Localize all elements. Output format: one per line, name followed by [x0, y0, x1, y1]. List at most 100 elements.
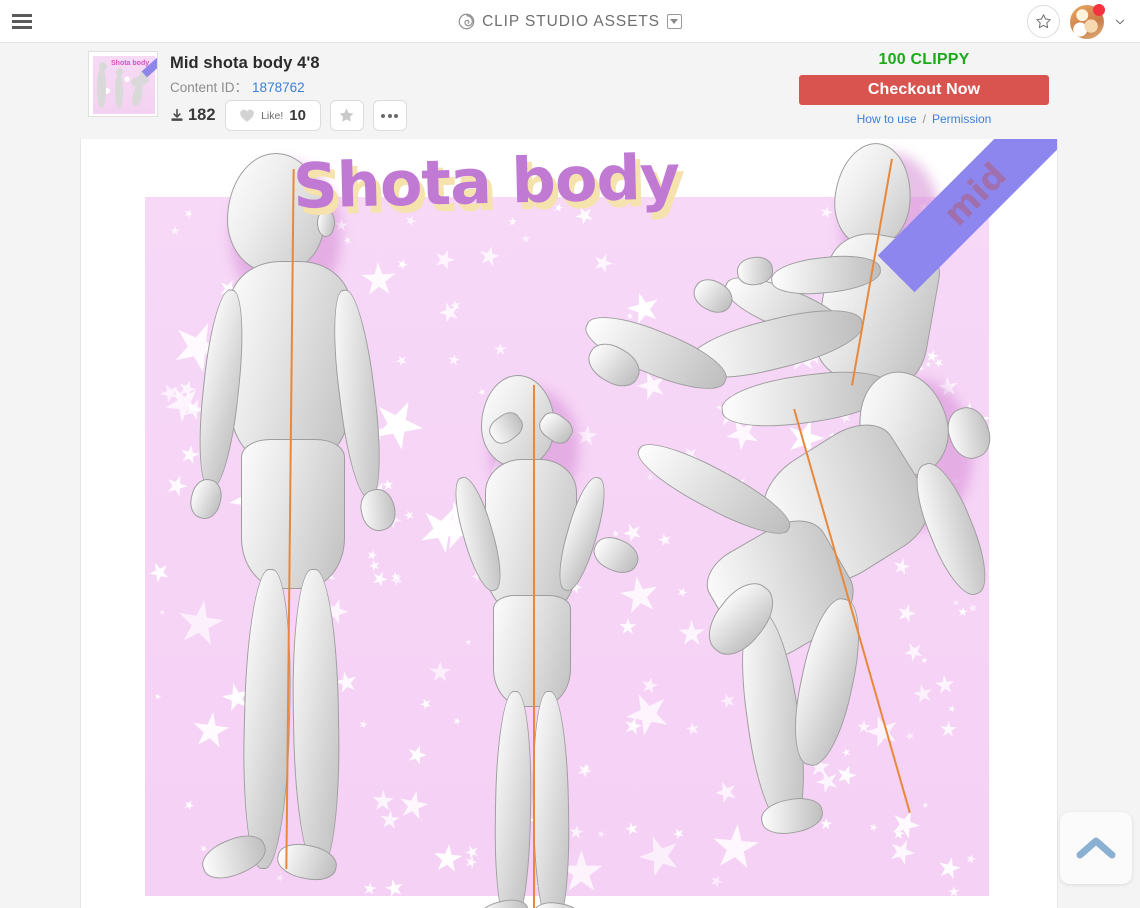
content-id-label: Content ID：	[170, 80, 249, 95]
star-decoration	[371, 789, 394, 812]
more-options-button[interactable]	[372, 100, 407, 131]
download-stat: 182	[170, 106, 216, 125]
hamburger-menu-icon[interactable]	[12, 11, 32, 31]
star-decoration	[358, 719, 368, 729]
star-decoration	[508, 217, 517, 226]
star-decoration	[405, 742, 430, 767]
star-decoration	[671, 826, 686, 841]
star-decoration	[477, 244, 502, 269]
star-decoration	[717, 691, 737, 711]
star-decoration	[436, 299, 462, 325]
star-decoration	[626, 311, 635, 320]
checkout-button[interactable]: Checkout Now	[799, 75, 1049, 105]
brand-area: CLIP STUDIO ASSETS	[0, 0, 1140, 43]
hamburger-bar	[12, 19, 32, 23]
ellipsis-icon	[381, 113, 386, 118]
star-decoration	[394, 353, 409, 368]
favorites-button[interactable]	[1027, 5, 1060, 38]
star-decoration	[403, 509, 416, 522]
clip-studio-spiral-logo-icon	[458, 13, 475, 30]
brand-link[interactable]: CLIP STUDIO ASSETS	[458, 13, 682, 31]
content-id-value[interactable]: 1878762	[252, 80, 305, 95]
star-decoration	[957, 606, 968, 617]
favorite-button[interactable]	[329, 100, 364, 131]
star-decoration	[596, 829, 607, 840]
star-decoration	[182, 799, 196, 813]
star-decoration	[362, 881, 377, 896]
star-decoration	[819, 818, 832, 831]
chevron-down-boxed-icon[interactable]	[666, 14, 682, 29]
figure-ear	[317, 209, 335, 237]
star-decoration	[891, 556, 912, 577]
purchase-block: 100 CLIPPY Checkout Now How to use / Per…	[799, 51, 1049, 126]
star-decoration	[965, 853, 977, 865]
purchase-links: How to use / Permission	[799, 112, 1049, 126]
star-decoration	[885, 835, 919, 869]
like-label: Like!	[261, 109, 284, 122]
star-decoration	[948, 885, 960, 896]
star-decoration	[447, 354, 461, 368]
star-decoration	[477, 387, 487, 397]
star-decoration	[190, 710, 232, 752]
star-decoration	[169, 226, 179, 236]
download-count: 182	[188, 106, 216, 124]
nav-right-group	[1027, 0, 1126, 43]
figure-hips	[493, 595, 571, 707]
star-decoration	[924, 361, 931, 368]
star-decoration	[678, 620, 705, 647]
star-decoration	[163, 472, 191, 500]
star-decoration	[572, 203, 597, 228]
star-decoration	[361, 261, 398, 298]
star-decoration	[617, 573, 662, 618]
star-decoration	[520, 233, 530, 243]
star-decoration	[619, 618, 637, 636]
top-navigation-bar: CLIP STUDIO ASSETS	[0, 0, 1140, 43]
chevron-down-icon[interactable]	[1114, 16, 1126, 28]
star-decoration	[710, 822, 761, 873]
star-decoration	[494, 343, 507, 356]
scroll-to-top-button[interactable]	[1060, 812, 1132, 884]
star-decoration	[675, 586, 689, 600]
item-thumbnail[interactable]: Shota body	[88, 51, 158, 117]
star-decoration	[274, 872, 284, 882]
star-decoration	[623, 821, 640, 838]
star-decoration	[834, 762, 860, 788]
page-title: Mid shota body 4'8	[170, 54, 320, 72]
star-decoration	[365, 549, 378, 562]
star-decoration	[383, 877, 405, 896]
star-filled-icon	[339, 108, 354, 122]
star-decoration	[379, 809, 401, 831]
ellipsis-icon	[394, 113, 399, 118]
notification-badge	[1093, 3, 1105, 16]
figure-center-line	[533, 385, 535, 908]
star-decoration	[553, 202, 565, 214]
star-decoration	[841, 747, 852, 758]
like-button[interactable]: Like! 10	[224, 100, 321, 131]
how-to-use-link[interactable]: How to use	[857, 112, 917, 126]
star-decoration	[591, 250, 617, 276]
ellipsis-icon	[387, 113, 392, 118]
preview-content-panel: Shota body mid	[80, 139, 1058, 908]
star-decoration	[568, 824, 584, 840]
star-decoration	[368, 559, 382, 573]
download-icon	[171, 108, 183, 121]
star-decoration	[711, 778, 740, 807]
like-count: 10	[289, 107, 306, 124]
star-decoration	[952, 599, 960, 607]
hamburger-bar	[12, 25, 32, 29]
star-decoration	[431, 247, 458, 274]
star-decoration	[967, 602, 979, 614]
star-decoration	[429, 661, 452, 684]
star-decoration	[396, 788, 430, 822]
star-decoration	[818, 204, 834, 220]
permission-link[interactable]: Permission	[932, 112, 991, 126]
item-action-row: 182 Like! 10	[170, 100, 407, 131]
avatar[interactable]	[1070, 3, 1105, 39]
star-decoration	[904, 730, 917, 743]
star-decoration	[935, 855, 962, 882]
star-decoration	[920, 656, 928, 664]
star-decoration	[403, 213, 418, 228]
content-id-row: Content ID： 1878762	[170, 76, 320, 96]
brand-text: CLIP STUDIO ASSETS	[482, 12, 660, 30]
price-label: 100 CLIPPY	[878, 51, 970, 68]
